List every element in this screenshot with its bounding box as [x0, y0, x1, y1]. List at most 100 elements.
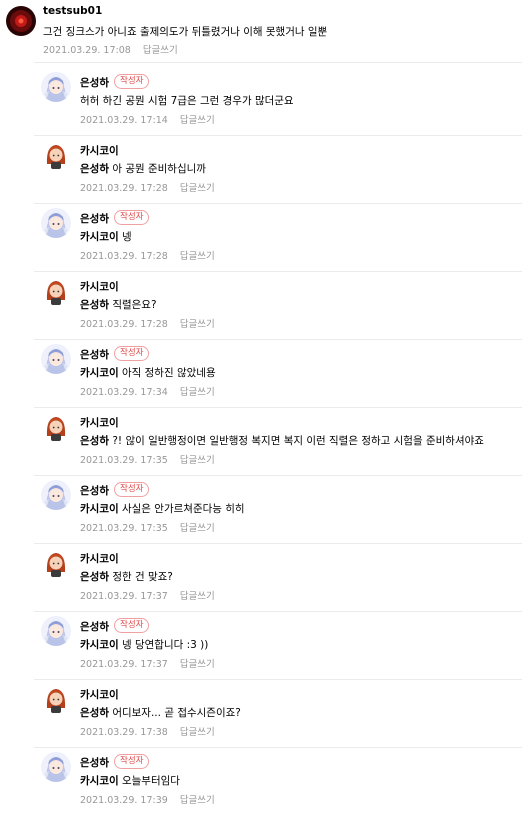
- reply-button[interactable]: 답글쓰기: [180, 591, 215, 602]
- reply-button[interactable]: 답글쓰기: [143, 45, 178, 56]
- reply-message: 오늘부터임다: [121, 775, 180, 787]
- reply-text: 은성하 아 공뭔 준비하십니까: [80, 161, 206, 176]
- reply-button[interactable]: 답글쓰기: [180, 727, 215, 738]
- comment-nickname[interactable]: testsub01: [43, 5, 102, 17]
- mention-link[interactable]: 은성하: [80, 163, 109, 175]
- reply-button[interactable]: 답글쓰기: [180, 251, 215, 262]
- avatar[interactable]: [41, 548, 71, 578]
- reply-text: 은성하 정한 건 맞죠?: [80, 569, 173, 584]
- reply-item: 카시코이은성하 ?! 않이 일반행정이면 일반행정 복지면 복지 이런 직렬은 …: [0, 408, 522, 476]
- avatar[interactable]: [41, 344, 71, 374]
- avatar[interactable]: [6, 6, 36, 36]
- reply-button[interactable]: 답글쓰기: [180, 115, 215, 126]
- reply-item: 은성하 작성자카시코이 사실은 안가르쳐준다능 히히 2021.03.29. 17:…: [0, 476, 522, 544]
- avatar[interactable]: [41, 276, 71, 306]
- reply-message: 넹 당연합니다 :3 )): [121, 639, 209, 651]
- reply-text: 카시코이 오늘부터임다: [80, 773, 180, 788]
- reply-text: 카시코이 사실은 안가르쳐준다능 히히: [80, 501, 245, 516]
- reply-text: 카시코이 넹 당연합니다 :3 )): [80, 637, 208, 652]
- avatar[interactable]: [41, 616, 71, 646]
- avatar[interactable]: [41, 480, 71, 510]
- comment-date: 2021.03.29. 17:08: [43, 45, 131, 56]
- reply-date: 2021.03.29. 17:34: [80, 387, 168, 398]
- reply-item: 은성하 작성자카시코이 넹 2021.03.29. 17:28 답글쓰기: [0, 204, 522, 272]
- avatar[interactable]: [41, 412, 71, 442]
- reply-message: 아 공뭔 준비하십니까: [112, 163, 206, 175]
- mention-link[interactable]: 은성하: [80, 299, 109, 311]
- reply-message: 사실은 안가르쳐준다능 히히: [121, 503, 245, 515]
- reply-meta: 2021.03.29. 17:35 답글쓰기: [80, 452, 215, 466]
- mention-link[interactable]: 카시코이: [80, 639, 119, 651]
- reply-item: 카시코이은성하 정한 건 맞죠? 2021.03.29. 17:37 답글쓰기: [0, 544, 522, 612]
- reply-meta: 2021.03.29. 17:37 답글쓰기: [80, 588, 215, 602]
- reply-date: 2021.03.29. 17:39: [80, 795, 168, 806]
- reply-date: 2021.03.29. 17:28: [80, 183, 168, 194]
- mention-link[interactable]: 카시코이: [80, 231, 119, 243]
- reply-nickname[interactable]: 은성하: [80, 211, 109, 226]
- reply-message: 정한 건 맞죠?: [112, 571, 173, 583]
- reply-button[interactable]: 답글쓰기: [180, 455, 215, 466]
- reply-nickname[interactable]: 은성하: [80, 75, 109, 90]
- reply-item: 카시코이은성하 아 공뭔 준비하십니까 2021.03.29. 17:28 답글쓰기: [0, 136, 522, 204]
- divider: [34, 62, 522, 63]
- reply-message: 어디보자... 곧 접수시즌이죠?: [112, 707, 241, 719]
- reply-date: 2021.03.29. 17:35: [80, 455, 168, 466]
- writer-badge: 작성자: [114, 482, 150, 497]
- writer-badge: 작성자: [114, 74, 150, 89]
- reply-meta: 2021.03.29. 17:28 답글쓰기: [80, 248, 215, 262]
- reply-nickname[interactable]: 카시코이: [80, 687, 119, 702]
- avatar[interactable]: [41, 208, 71, 238]
- writer-badge: 작성자: [114, 210, 150, 225]
- avatar[interactable]: [41, 140, 71, 170]
- mention-link[interactable]: 카시코이: [80, 775, 119, 787]
- reply-button[interactable]: 답글쓰기: [180, 523, 215, 534]
- reply-nickname[interactable]: 카시코이: [80, 279, 119, 294]
- reply-nickname[interactable]: 카시코이: [80, 415, 119, 430]
- reply-date: 2021.03.29. 17:38: [80, 727, 168, 738]
- reply-item: 은성하 작성자카시코이 아직 정하진 않았네용 2021.03.29. 17:34 답…: [0, 340, 522, 408]
- reply-message: 아직 정하진 않았네용: [121, 367, 216, 379]
- reply-date: 2021.03.29. 17:37: [80, 591, 168, 602]
- reply-text: 은성하 어디보자... 곧 접수시즌이죠?: [80, 705, 241, 720]
- top-comment: testsub01 그건 징크스가 아니죠 출제의도가 뒤틀렸거나 이해 못했거…: [0, 0, 522, 62]
- reply-button[interactable]: 답글쓰기: [180, 319, 215, 330]
- avatar[interactable]: [41, 684, 71, 714]
- mention-link[interactable]: 카시코이: [80, 503, 119, 515]
- reply-button[interactable]: 답글쓰기: [180, 659, 215, 670]
- writer-badge: 작성자: [114, 346, 150, 361]
- reply-nickname[interactable]: 은성하: [80, 347, 109, 362]
- reply-meta: 2021.03.29. 17:35 답글쓰기: [80, 520, 215, 534]
- comment-meta: 2021.03.29. 17:08 답글쓰기: [43, 42, 178, 56]
- reply-message: 허허 하긴 공뭔 시험 7급은 그런 경우가 많더군요: [80, 95, 294, 107]
- reply-nickname[interactable]: 은성하: [80, 755, 109, 770]
- reply-button[interactable]: 답글쓰기: [180, 387, 215, 398]
- reply-meta: 2021.03.29. 17:14 답글쓰기: [80, 112, 215, 126]
- comment-text: 그건 징크스가 아니죠 출제의도가 뒤틀렸거나 이해 못했거나 일뿐: [43, 26, 328, 38]
- reply-button[interactable]: 답글쓰기: [180, 183, 215, 194]
- reply-nickname[interactable]: 은성하: [80, 483, 109, 498]
- avatar[interactable]: [41, 752, 71, 782]
- reply-message: 넹: [121, 231, 132, 243]
- avatar[interactable]: [41, 72, 71, 102]
- reply-meta: 2021.03.29. 17:38 답글쓰기: [80, 724, 215, 738]
- reply-meta: 2021.03.29. 17:37 답글쓰기: [80, 656, 215, 670]
- reply-meta: 2021.03.29. 17:28 답글쓰기: [80, 316, 215, 330]
- mention-link[interactable]: 은성하: [80, 435, 109, 447]
- mention-link[interactable]: 은성하: [80, 707, 109, 719]
- reply-nickname[interactable]: 은성하: [80, 619, 109, 634]
- mention-link[interactable]: 카시코이: [80, 367, 119, 379]
- reply-item: 은성하 작성자허허 하긴 공뭔 시험 7급은 그런 경우가 많더군요 2021.03…: [0, 68, 522, 136]
- mention-link[interactable]: 은성하: [80, 571, 109, 583]
- reply-nickname[interactable]: 카시코이: [80, 551, 119, 566]
- reply-meta: 2021.03.29. 17:28 답글쓰기: [80, 180, 215, 194]
- reply-date: 2021.03.29. 17:35: [80, 523, 168, 534]
- reply-text: 은성하 ?! 않이 일반행정이면 일반행정 복지면 복지 이런 직렬은 정하고 …: [80, 433, 484, 448]
- reply-text: 카시코이 아직 정하진 않았네용: [80, 365, 216, 380]
- reply-item: 은성하 작성자카시코이 오늘부터임다 2021.03.29. 17:39 답글쓰기: [0, 748, 522, 816]
- reply-button[interactable]: 답글쓰기: [180, 795, 215, 806]
- writer-badge: 작성자: [114, 754, 150, 769]
- reply-date: 2021.03.29. 17:28: [80, 319, 168, 330]
- reply-nickname[interactable]: 카시코이: [80, 143, 119, 158]
- reply-message: ?! 않이 일반행정이면 일반행정 복지면 복지 이런 직렬은 정하고 시험을 …: [112, 435, 484, 447]
- writer-badge: 작성자: [114, 618, 150, 633]
